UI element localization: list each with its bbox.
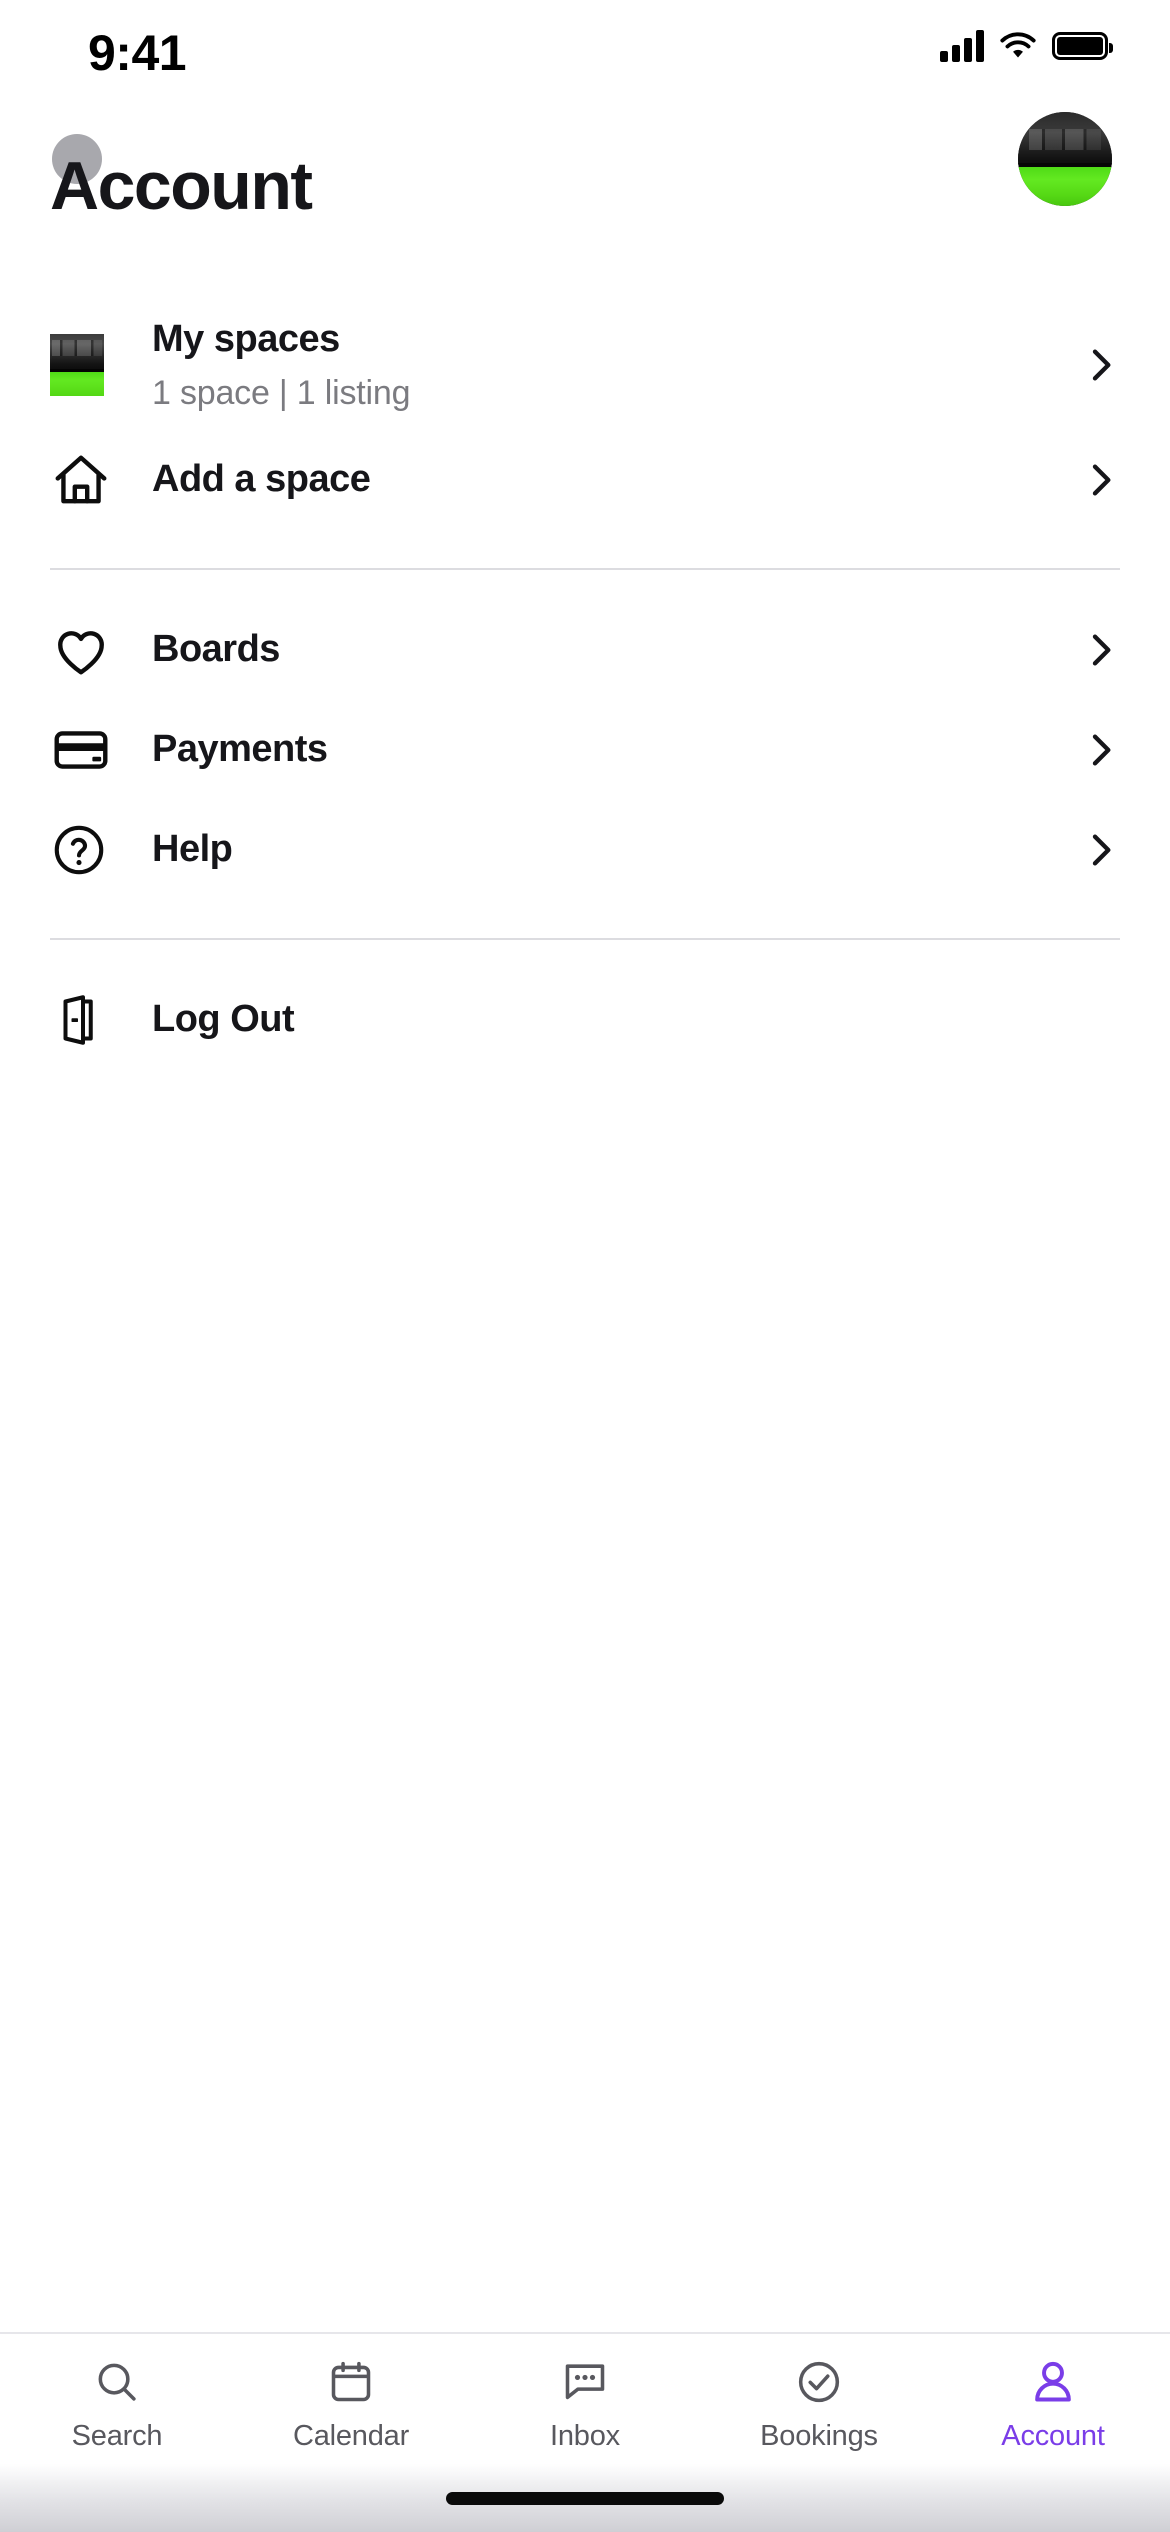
wifi-icon (1000, 32, 1036, 58)
chevron-right-icon (1080, 460, 1120, 500)
home-indicator-area (0, 2464, 1170, 2532)
menu-item-my-spaces[interactable]: My spaces 1 space | 1 listing (50, 300, 1120, 430)
question-circle-icon (50, 821, 134, 879)
section-divider (50, 938, 1120, 940)
status-indicators (940, 30, 1113, 62)
tab-label: Calendar (292, 2420, 410, 2452)
tab-label: Inbox (550, 2420, 620, 2452)
menu-item-log-out[interactable]: Log Out (50, 970, 1120, 1070)
search-icon (91, 2356, 143, 2408)
tab-label: Bookings (760, 2420, 878, 2452)
calendar-icon (325, 2356, 377, 2408)
menu-item-subtitle: 1 space | 1 listing (152, 373, 411, 412)
chevron-right-icon (1080, 630, 1120, 670)
menu-item-add-a-space[interactable]: Add a space (50, 430, 1120, 530)
chevron-right-icon (1080, 730, 1120, 770)
chevron-right-icon (1080, 830, 1120, 870)
tab-calendar[interactable]: Calendar (234, 2356, 468, 2453)
tab-inbox[interactable]: Inbox (468, 2356, 702, 2453)
menu-item-label: Boards (152, 628, 280, 671)
menu-item-label: My spaces (152, 318, 340, 360)
listing-thumbnail (50, 334, 134, 396)
menu-item-label: Help (152, 828, 233, 871)
page-header: Account (0, 100, 1170, 300)
home-icon (50, 449, 134, 511)
tab-label: Search (71, 2420, 163, 2452)
home-indicator-bar[interactable] (446, 2491, 724, 2505)
cellular-signal-icon (940, 30, 984, 62)
battery-full-icon (1052, 32, 1113, 60)
section-divider (50, 568, 1120, 570)
menu-item-label: Payments (152, 728, 328, 771)
menu-item-payments[interactable]: Payments (50, 700, 1120, 800)
credit-card-icon (50, 719, 134, 781)
chevron-placeholder (1080, 1000, 1120, 1040)
menu-item-label: Log Out (152, 998, 295, 1041)
person-icon (1027, 2356, 1079, 2408)
tab-search[interactable]: Search (0, 2356, 234, 2453)
menu-item-label: Add a space (152, 458, 371, 501)
bottom-tab-bar: Search Calendar Inbox Bookings Account (0, 2332, 1170, 2464)
heart-icon (50, 619, 134, 681)
check-circle-icon (793, 2356, 845, 2408)
menu-item-boards[interactable]: Boards (50, 600, 1120, 700)
page-title: Account (50, 148, 313, 224)
tab-label: Account (1001, 2420, 1105, 2452)
menu-item-help[interactable]: Help (50, 800, 1120, 900)
status-time: 9:41 (88, 25, 187, 81)
chat-bubble-icon (559, 2356, 611, 2408)
status-bar: 9:41 (0, 0, 1170, 100)
door-exit-icon (50, 990, 134, 1050)
tab-bookings[interactable]: Bookings (702, 2356, 936, 2453)
app-screen: 9:41 Account My spaces 1 space | 1 listi… (0, 0, 1170, 2532)
chevron-right-icon (1080, 345, 1120, 385)
tab-account[interactable]: Account (936, 2356, 1170, 2453)
account-menu: My spaces 1 space | 1 listing Add a spac… (0, 300, 1170, 2332)
